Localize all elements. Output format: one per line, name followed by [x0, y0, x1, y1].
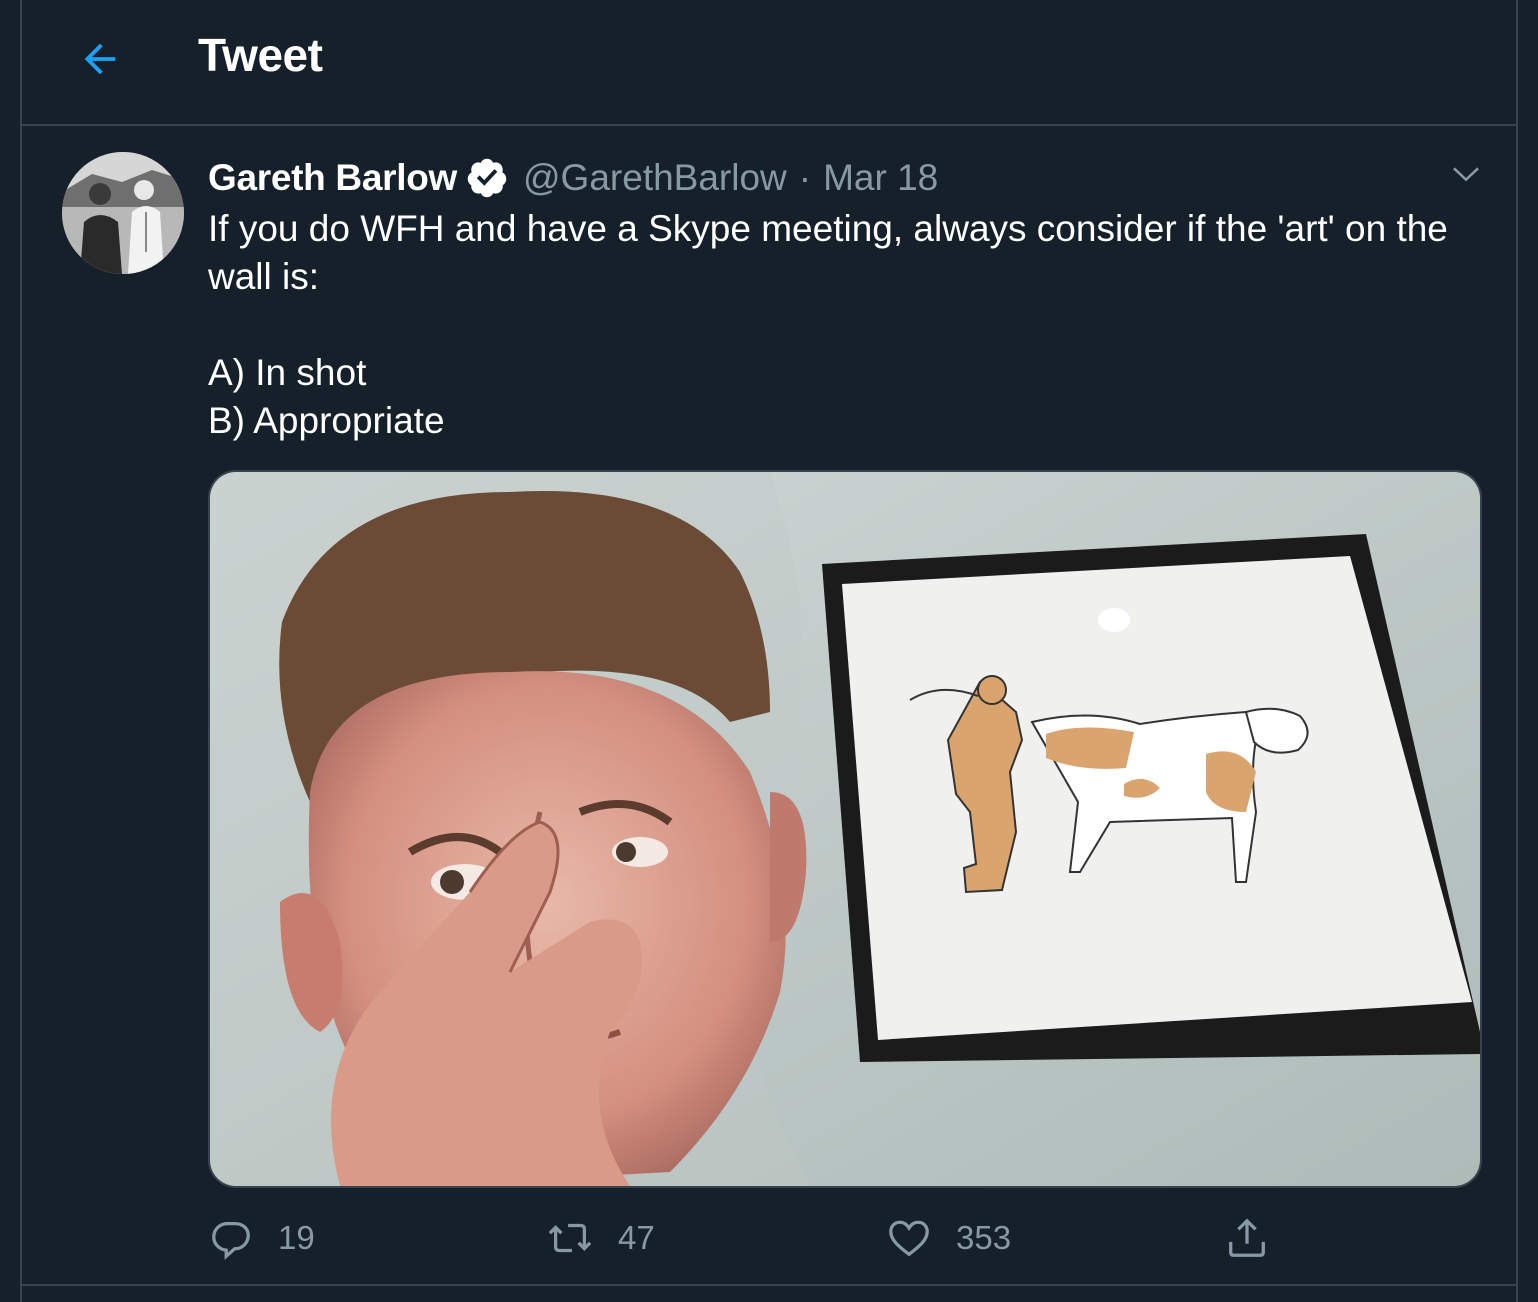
verified-badge-icon	[465, 156, 509, 200]
avatar[interactable]	[62, 152, 184, 274]
share-button[interactable]	[1224, 1214, 1270, 1262]
tweet-text-blank-line	[208, 301, 1488, 349]
tweet-text-line: If you do WFH and have a Skype meeting, …	[208, 208, 1448, 297]
retweet-icon	[548, 1223, 592, 1253]
tweet-photo[interactable]	[208, 470, 1482, 1188]
reply-bubble-icon	[212, 1221, 250, 1260]
like-button[interactable]: 353	[886, 1214, 1011, 1262]
divider	[22, 1284, 1516, 1286]
tweet-date[interactable]: Mar 18	[823, 157, 938, 199]
tweet-header: Gareth Barlow @GarethBarlow · Mar 18	[208, 154, 938, 202]
share-upload-icon	[1229, 1218, 1265, 1257]
like-count: 353	[956, 1219, 1012, 1256]
back-button[interactable]	[74, 33, 126, 85]
heart-icon	[889, 1220, 929, 1257]
page-title: Tweet	[198, 29, 323, 81]
page-header: Tweet	[22, 0, 1516, 126]
more-options-button[interactable]	[1446, 154, 1486, 194]
retweet-button[interactable]: 47	[546, 1214, 655, 1262]
author-handle[interactable]: @GarethBarlow	[523, 157, 787, 199]
tweet-text-line: B) Appropriate	[208, 400, 445, 441]
chevron-down-icon	[1453, 167, 1479, 182]
reply-button[interactable]: 19	[208, 1214, 315, 1262]
author-name[interactable]: Gareth Barlow	[208, 157, 457, 199]
tweet-text: If you do WFH and have a Skype meeting, …	[208, 205, 1488, 445]
separator-dot: ·	[798, 157, 812, 198]
arrow-left-icon	[84, 43, 116, 75]
tweet-page-column: Tweet Gareth Barlow @GarethBarlow · Mar …	[20, 0, 1518, 1302]
tweet-text-line: A) In shot	[208, 352, 367, 393]
retweet-count: 47	[618, 1219, 655, 1256]
reply-count: 19	[278, 1219, 315, 1256]
